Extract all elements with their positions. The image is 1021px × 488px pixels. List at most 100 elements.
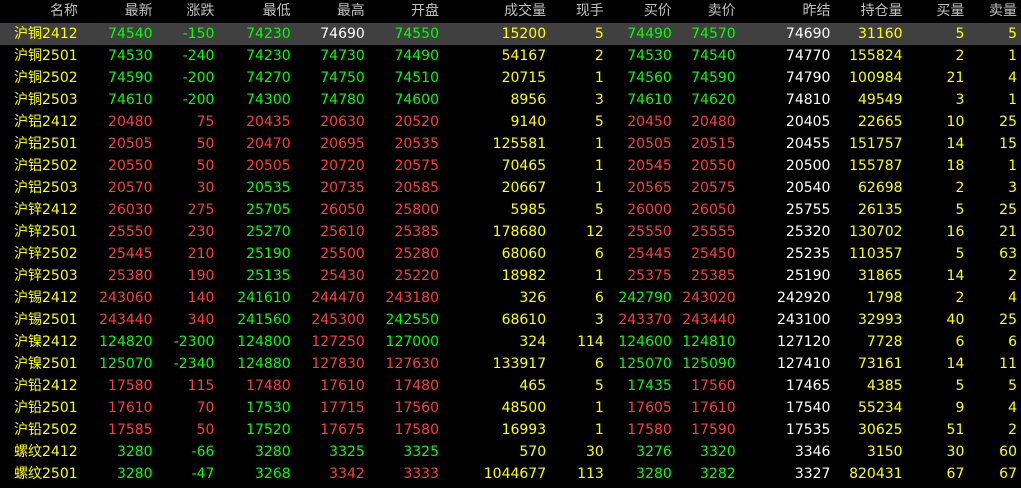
cell-bid: 124600	[618, 333, 672, 350]
cell-bid-volume: 5	[955, 201, 965, 218]
cell-ask: 20575	[691, 179, 736, 196]
header-name[interactable]: 名称	[0, 0, 93, 23]
table-row[interactable]: 沪铝2412 20480 75 20435 20630 20520 9140 5 20450 20…	[0, 111, 1021, 133]
header-bid[interactable]: 买价	[608, 0, 676, 23]
cell-bid: 20545	[627, 157, 672, 174]
cell-ask-volume: 60	[999, 443, 1017, 460]
cell-high: 3342	[329, 465, 365, 482]
cell-bid-volume: 2	[955, 289, 965, 306]
cell-prev-settle: 127120	[777, 333, 831, 350]
cell-volume: 68610	[501, 311, 547, 328]
quote-table: 名称 最新 涨跌 最低 最高 开盘 成交量 现手 买价 卖价 昨结 持仓量 买量…	[0, 0, 1021, 485]
cell-open-interest: 55234	[858, 399, 903, 416]
cell-open: 3333	[403, 465, 439, 482]
cell-change: 230	[187, 223, 215, 240]
table-row[interactable]: 沪铝2503 20570 30 20535 20735 20585 20667 1 20565 2…	[0, 177, 1021, 199]
header-prev-settle[interactable]: 昨结	[740, 0, 835, 23]
cell-open: 17580	[394, 421, 439, 438]
cell-ask-volume: 25	[999, 201, 1017, 218]
cell-bid: 20565	[627, 179, 672, 196]
cell-low: 241560	[237, 311, 291, 328]
cell-prev-settle: 3327	[794, 465, 831, 482]
table-row[interactable]: 沪铅2412 17580 115 17480 17610 17480 465 5 17435 17…	[0, 375, 1021, 397]
cell-prev-settle: 17535	[785, 421, 831, 438]
header-last[interactable]: 最新	[93, 0, 157, 23]
table-row[interactable]: 沪锌2502 25445 210 25190 25500 25280 68060 6 25445…	[0, 243, 1021, 265]
cell-high: 17675	[320, 421, 365, 438]
table-row[interactable]: 沪铜2412 74540 -150 74230 74690 74550 15200 5 7449…	[0, 23, 1021, 45]
table-row[interactable]: 沪铅2502 17585 50 17520 17675 17580 16993 1 17580 1…	[0, 419, 1021, 441]
table-row[interactable]: 沪锡2501 243440 340 241560 245300 242550 68610 3 2…	[0, 309, 1021, 331]
cell-ask-volume: 21	[999, 223, 1017, 240]
cell-ask: 25450	[691, 245, 736, 262]
cell-bid-volume: 18	[946, 157, 965, 174]
cell-change: -240	[182, 47, 215, 64]
cell-bid-volume: 16	[946, 223, 965, 240]
header-low[interactable]: 最低	[218, 0, 294, 23]
header-ask-volume[interactable]: 卖量	[968, 0, 1021, 23]
cell-name: 沪锌2502	[14, 245, 78, 262]
cell-low: 74270	[246, 69, 291, 86]
cell-volume: 20667	[501, 179, 547, 196]
table-row[interactable]: 沪铅2501 17610 70 17530 17715 17560 48500 1 17605 1…	[0, 397, 1021, 419]
cell-open-interest: 31865	[858, 267, 903, 284]
cell-low: 17530	[246, 399, 291, 416]
cell-high: 245300	[311, 311, 365, 328]
header-current-hand[interactable]: 现手	[550, 0, 608, 23]
header-open-interest[interactable]: 持仓量	[834, 0, 906, 23]
cell-high: 25610	[320, 223, 365, 240]
cell-ask: 74570	[675, 23, 740, 45]
cell-ask: 74620	[691, 91, 736, 108]
table-row[interactable]: 沪镍2501 125070 -2340 124880 127830 127630 13391…	[0, 353, 1021, 375]
table-row[interactable]: 螺纹2412 3280 -66 3280 3325 3325 570 30 3276 3320 33…	[0, 441, 1021, 463]
table-row[interactable]: 沪锌2412 26030 275 25705 26050 25800 5985 5 26000 2…	[0, 199, 1021, 221]
cell-open-interest: 30625	[858, 421, 903, 438]
cell-current-hand: 1	[594, 157, 604, 174]
header-bid-volume[interactable]: 买量	[907, 0, 969, 23]
cell-prev-settle: 243100	[777, 311, 831, 328]
table-row[interactable]: 沪镍2412 124820 -2300 124800 127250 127000 324 11…	[0, 331, 1021, 353]
table-row[interactable]: 沪铜2502 74590 -200 74270 74750 74510 20715 1 7456…	[0, 67, 1021, 89]
cell-name: 沪锌2503	[14, 267, 78, 284]
cell-ask: 17590	[691, 421, 736, 438]
table-row[interactable]: 沪铜2501 74530 -240 74230 74730 74490 54167 2 7453…	[0, 45, 1021, 67]
cell-last: 74610	[108, 91, 153, 108]
cell-prev-settle: 17465	[785, 377, 831, 394]
cell-volume: 465	[519, 377, 547, 394]
cell-bid: 74530	[627, 47, 672, 64]
table-row[interactable]: 沪锡2412 243060 140 241610 244470 243180 326 6 242…	[0, 287, 1021, 309]
cell-ask: 20515	[691, 135, 736, 152]
header-change[interactable]: 涨跌	[157, 0, 219, 23]
cell-change: 70	[196, 399, 215, 416]
cell-ask-volume: 11	[999, 355, 1017, 372]
cell-bid-volume: 5	[955, 377, 965, 394]
cell-bid: 74610	[627, 91, 672, 108]
cell-open-interest: 4385	[866, 377, 903, 394]
cell-high: 127830	[311, 355, 365, 372]
cell-high: 3325	[329, 443, 365, 460]
cell-prev-settle: 20405	[785, 113, 831, 130]
table-row[interactable]: 沪铝2502 20550 50 20505 20720 20575 70465 1 20545 2…	[0, 155, 1021, 177]
cell-ask: 3282	[700, 465, 736, 482]
header-high[interactable]: 最高	[295, 0, 369, 23]
cell-ask: 20550	[691, 157, 736, 174]
cell-change: 340	[187, 311, 215, 328]
cell-low: 124880	[237, 355, 291, 372]
table-row[interactable]: 沪锌2501 25550 230 25270 25610 25385 178680 12 255…	[0, 221, 1021, 243]
table-row[interactable]: 沪铝2501 20505 50 20470 20695 20535 125581 1 20505…	[0, 133, 1021, 155]
cell-low: 74230	[218, 23, 295, 45]
cell-current-hand: 3	[594, 91, 604, 108]
header-volume[interactable]: 成交量	[443, 0, 550, 23]
header-open[interactable]: 开盘	[369, 0, 443, 23]
header-ask[interactable]: 卖价	[676, 0, 740, 23]
cell-ask: 26050	[691, 201, 736, 218]
cell-volume: 18982	[501, 267, 547, 284]
table-row[interactable]: 螺纹2501 3280 -47 3268 3342 3333 1044677 113 3280 3…	[0, 463, 1021, 485]
table-row[interactable]: 沪铜2503 74610 -200 74300 74780 74600 8956 3 74610…	[0, 89, 1021, 111]
cell-prev-settle: 25235	[785, 245, 831, 262]
table-row[interactable]: 沪锌2503 25380 190 25135 25430 25220 18982 1 25375…	[0, 265, 1021, 287]
cell-current-hand: 12	[585, 223, 604, 240]
cell-last: 20570	[108, 179, 153, 196]
cell-ask-volume: 67	[999, 465, 1017, 482]
cell-high: 74730	[320, 47, 365, 64]
